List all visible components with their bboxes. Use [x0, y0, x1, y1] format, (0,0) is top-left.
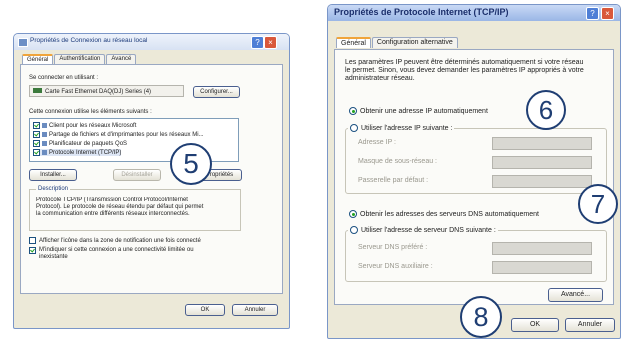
items-label: Cette connexion utilise les éléments sui…: [29, 109, 152, 115]
configure-button[interactable]: Configurer...: [193, 86, 240, 98]
ip-address-field[interactable]: [492, 137, 592, 150]
dns-manual-option[interactable]: Utiliser l'adresse de serveur DNS suivan…: [348, 226, 498, 234]
step-marker-8: 8: [460, 296, 502, 338]
lan-properties-title: Propriétés de Connexion au réseau local: [30, 37, 148, 44]
tcpip-tabs: Général Configuration alternative: [336, 37, 459, 48]
help-icon[interactable]: ?: [251, 36, 264, 49]
show-icon-label: Afficher l'icône dans la zone de notific…: [39, 237, 201, 244]
notify-checkbox[interactable]: [29, 247, 36, 254]
intro-text: Les paramètres IP peuvent être déterminé…: [345, 59, 584, 82]
close-icon[interactable]: ×: [264, 36, 277, 49]
show-icon-checkbox[interactable]: [29, 237, 36, 244]
description-text: Protocole TCP/IP (Transmission Control P…: [36, 197, 204, 217]
tcpip-titlebar[interactable]: Propriétés de Protocole Internet (TCP/IP…: [328, 5, 620, 21]
dns-alternate-label: Serveur DNS auxiliaire :: [358, 263, 433, 270]
adapter-row: Carte Fast Ethernet DAQ(DJ) Series (4): [33, 88, 151, 95]
adapter-name: Carte Fast Ethernet DAQ(DJ) Series (4): [45, 89, 152, 95]
install-button[interactable]: Installer...: [29, 169, 77, 181]
dns-auto-option[interactable]: Obtenir les adresses des serveurs DNS au…: [349, 210, 539, 218]
gateway-field[interactable]: [492, 175, 592, 188]
close-icon[interactable]: ×: [601, 7, 614, 20]
lan-properties-dialog: Propriétés de Connexion au réseau local …: [13, 33, 290, 329]
help-icon[interactable]: ?: [586, 7, 599, 20]
tcpip-general-panel: Les paramètres IP peuvent être déterminé…: [334, 49, 614, 305]
description-group: Description Protocole TCP/IP (Transmissi…: [29, 186, 241, 231]
uninstall-button[interactable]: Désinstaller: [113, 169, 161, 181]
manual-ip-group: Utiliser l'adresse IP suivante : Adresse…: [345, 124, 607, 194]
tab-general[interactable]: Général: [22, 54, 54, 64]
adapter-field: Carte Fast Ethernet DAQ(DJ) Series (4): [29, 85, 184, 97]
component-checkbox[interactable]: [33, 140, 40, 147]
component-checkbox[interactable]: [33, 131, 40, 138]
lan-cancel-button[interactable]: Annuler: [232, 304, 278, 316]
tab-alternate-configuration[interactable]: Configuration alternative: [371, 37, 458, 48]
ip-manual-label: Utiliser l'adresse IP suivante :: [361, 124, 453, 132]
qos-icon: [42, 141, 47, 146]
client-icon: [42, 123, 47, 128]
tcpip-ok-button[interactable]: OK: [511, 318, 559, 332]
network-connection-icon: [18, 38, 28, 47]
protocol-icon: [42, 150, 47, 155]
ip-auto-radio[interactable]: [349, 107, 357, 115]
tcpip-cancel-button[interactable]: Annuler: [565, 318, 615, 332]
subnet-label: Masque de sous-réseau :: [358, 158, 437, 165]
component-checkbox[interactable]: [33, 122, 40, 129]
ip-auto-option[interactable]: Obtenir une adresse IP automatiquement: [349, 107, 488, 115]
component-checkbox[interactable]: [33, 149, 40, 156]
network-adapter-icon: [33, 88, 42, 93]
subnet-mask-field[interactable]: [492, 156, 592, 169]
ip-auto-label: Obtenir une adresse IP automatiquement: [360, 107, 488, 115]
dns-auto-radio[interactable]: [349, 210, 357, 218]
tab-advanced[interactable]: Avancé: [106, 54, 137, 64]
dns-manual-radio[interactable]: [350, 226, 358, 234]
step-marker-5: 5: [170, 143, 212, 185]
ip-manual-radio[interactable]: [350, 124, 358, 132]
advanced-button[interactable]: Avancé...: [548, 288, 603, 302]
dns-preferred-label: Serveur DNS préféré :: [358, 244, 428, 251]
list-item[interactable]: Partage de fichiers et d'imprimantes pou…: [33, 131, 204, 138]
manual-dns-group: Utiliser l'adresse de serveur DNS suivan…: [345, 226, 607, 282]
gateway-label: Passerelle par défaut :: [358, 177, 429, 184]
dns-preferred-field[interactable]: [492, 242, 592, 255]
tab-general[interactable]: Général: [336, 37, 371, 48]
list-item[interactable]: Client pour les réseaux Microsoft: [33, 122, 136, 129]
list-item[interactable]: Planificateur de paquets QoS: [33, 140, 127, 147]
file-sharing-icon: [42, 132, 47, 137]
dns-manual-label: Utiliser l'adresse de serveur DNS suivan…: [361, 226, 496, 234]
show-icon-option[interactable]: Afficher l'icône dans la zone de notific…: [29, 237, 201, 244]
lan-general-panel: Se connecter en utilisant : Carte Fast E…: [20, 64, 283, 294]
notify-label: M'indiquer si cette connexion a une conn…: [39, 247, 194, 260]
connect-using-label: Se connecter en utilisant :: [29, 75, 99, 81]
lan-tabs: Général Authentification Avancé: [22, 54, 137, 64]
step-marker-6: 6: [526, 90, 566, 130]
list-item-label: Partage de fichiers et d'imprimantes pou…: [49, 131, 204, 138]
dns-auto-label: Obtenir les adresses des serveurs DNS au…: [360, 210, 539, 218]
lan-ok-button[interactable]: OK: [185, 304, 225, 316]
lan-properties-titlebar[interactable]: Propriétés de Connexion au réseau local …: [14, 34, 289, 50]
list-item-label: Planificateur de paquets QoS: [49, 140, 128, 147]
ip-address-label: Adresse IP :: [358, 139, 397, 146]
list-item-label: Client pour les réseaux Microsoft: [49, 122, 137, 129]
tcpip-title: Propriétés de Protocole Internet (TCP/IP…: [334, 7, 509, 17]
tab-authentication[interactable]: Authentification: [54, 54, 106, 64]
dns-alternate-field[interactable]: [492, 261, 592, 274]
notify-option[interactable]: M'indiquer si cette connexion a une conn…: [29, 247, 199, 261]
tcpip-properties-dialog: Propriétés de Protocole Internet (TCP/IP…: [327, 4, 621, 339]
ip-manual-option[interactable]: Utiliser l'adresse IP suivante :: [348, 124, 455, 132]
list-item[interactable]: Protocole Internet (TCP/IP): [33, 149, 122, 156]
step-marker-7: 7: [578, 184, 618, 224]
description-title: Description: [36, 186, 71, 192]
list-item-label: Protocole Internet (TCP/IP): [49, 149, 122, 156]
